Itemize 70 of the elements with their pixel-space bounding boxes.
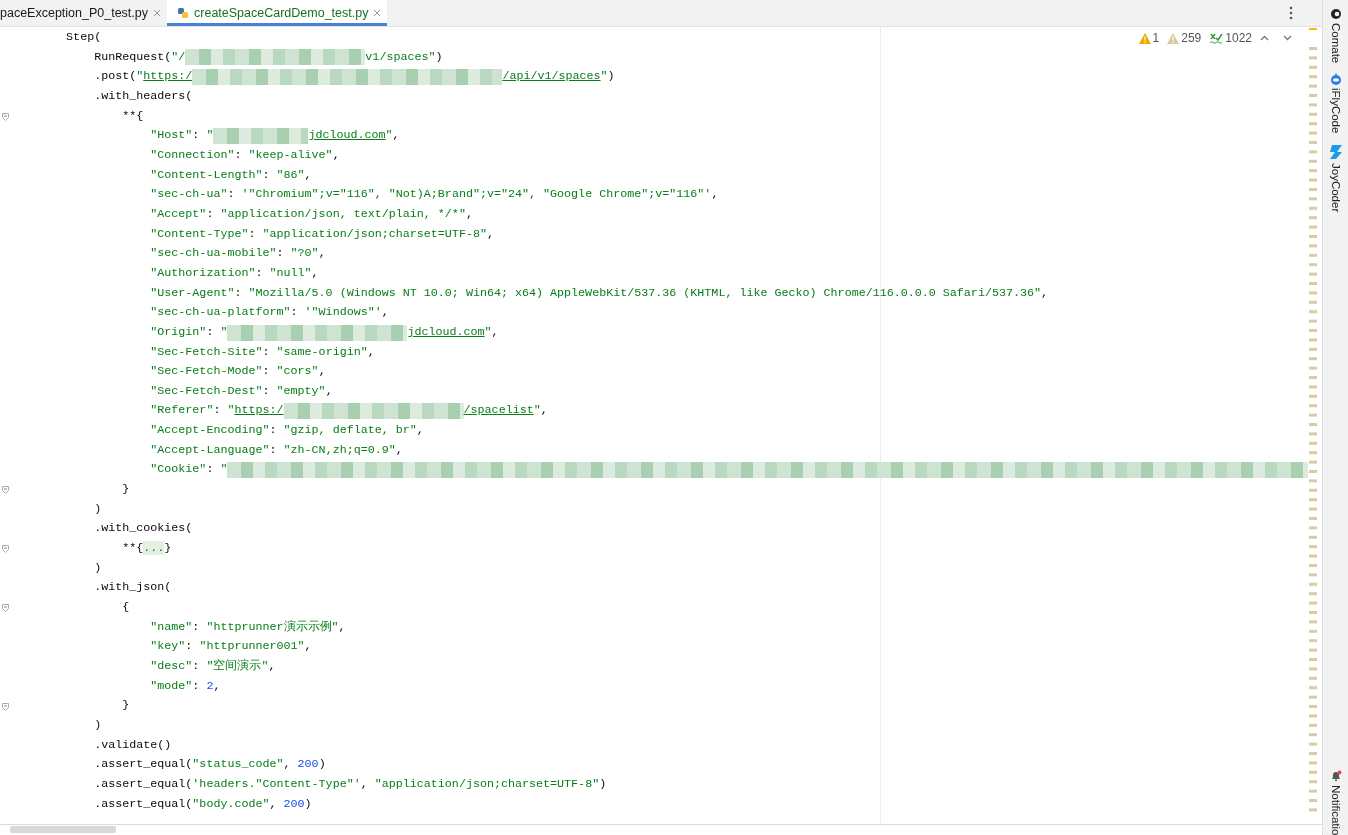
tool-window-button[interactable]: iFlyCode [1329,73,1342,134]
code-line: "name": "httprunner演示示例", [149,618,346,636]
inspection-count[interactable]: 1 [1152,31,1160,45]
ring-logo-icon [1329,8,1342,20]
code-line: ) [93,716,102,734]
code-line: .with_cookies( [93,520,193,538]
code-text: "Origin": " [149,323,228,341]
code-text: "Referer": "https:/ [149,402,284,420]
code-line: "Content-Length": "86", [149,166,312,184]
tool-window-button[interactable]: Comate [1329,8,1342,64]
code-line: { [121,599,130,617]
fold-marker-icon[interactable] [2,545,9,554]
inspection-count[interactable]: 1022 [1225,31,1252,45]
code-line: "Sec-Fetch-Mode": "cors", [149,363,326,381]
code-line: **{...} [121,540,172,558]
code-line: "sec-ch-ua-mobile": "?0", [149,245,326,263]
code-line: "Sec-Fetch-Site": "same-origin", [149,343,375,361]
code-line: } [121,697,130,715]
code-line: ) [93,559,102,577]
code-line: "Accept-Encoding": "gzip, deflate, br", [149,422,424,440]
code-line: "Accept-Language": "zh-CN,zh;q=0.9", [149,441,403,459]
code-line: "User-Agent": "Mozilla/5.0 (Windows NT 10.0; Win64; x64) AppleWebKit/537.36 (KHTML, like Gecko) Chrome/116.0.0.0 Safari/537.36", [149,284,1049,302]
fold-marker-icon[interactable] [2,112,9,121]
code-line: "sec-ch-ua-platform": '"Windows"', [149,304,389,322]
typo-check-icon [1209,32,1224,44]
code-line: } [121,481,130,499]
code-line: **{ [121,107,144,125]
code-text: v1/spaces") [365,48,443,66]
code-line: "Accept": "application/json, text/plain, */*", [149,205,473,223]
fold-marker-icon[interactable] [2,486,9,495]
code-text: "Cookie": " [149,461,228,479]
code-line: "Sec-Fetch-Dest": "empty", [149,382,333,400]
editor-tab[interactable]: createSpaceCardDemo_test.py [167,0,388,26]
fold-marker-icon[interactable] [2,702,9,711]
code-line: "sec-ch-ua": '"Chromium";v="116", "Not)A;Brand";v="24", "Google Chrome";v="116"', [149,186,719,204]
code-line: ) [93,500,102,518]
code-line: .assert_equal('headers."Content-Type"', "application/json;charset=UTF-8") [93,775,607,793]
warning-icon [1167,32,1180,44]
close-icon[interactable] [373,9,382,17]
notifications-button[interactable]: Notificatio [1323,769,1348,835]
code-line: "desc": "空间演示", [149,658,276,675]
code-line: "mode": 2, [149,677,221,695]
code-text: .post("https:/ [93,68,193,86]
more-options-icon[interactable] [1289,6,1293,20]
editor-tab[interactable]: paceException_P0_test.py [0,0,168,26]
code-line: "key": "httprunner001", [149,638,312,656]
swirl-logo-icon [1328,143,1343,160]
code-text: jdcloud.com", [308,127,400,145]
horizontal-scrollbar[interactable] [0,824,1322,835]
tool-window-button[interactable]: JoyCoder [1328,143,1343,212]
code-line: "Authorization": "null", [149,264,319,282]
code-line: Step( [65,29,102,46]
code-line: .validate() [93,736,172,754]
code-line: "Connection": "keep-alive", [149,146,340,164]
code-text: "Host": " [149,127,214,145]
code-text: RunRequest("/ [93,48,186,66]
fold-marker-icon[interactable] [2,604,9,613]
close-icon[interactable] [153,9,162,17]
code-text: /spacelist", [463,402,548,420]
code-line: .with_headers( [93,87,193,105]
robot-icon [1329,73,1342,86]
code-line: .with_json( [93,579,172,597]
code-text: jdcloud.com", [407,323,499,341]
code-line: .assert_equal("status_code", 200) [93,756,326,774]
code-line: "Content-Type": "application/json;charset=UTF-8", [149,225,494,243]
warning-icon [1138,32,1151,44]
python-file-icon [177,7,190,19]
code-line: .assert_equal("body.code", 200) [93,795,312,813]
code-text: /api/v1/spaces") [502,68,615,86]
inspection-count[interactable]: 259 [1181,31,1202,45]
